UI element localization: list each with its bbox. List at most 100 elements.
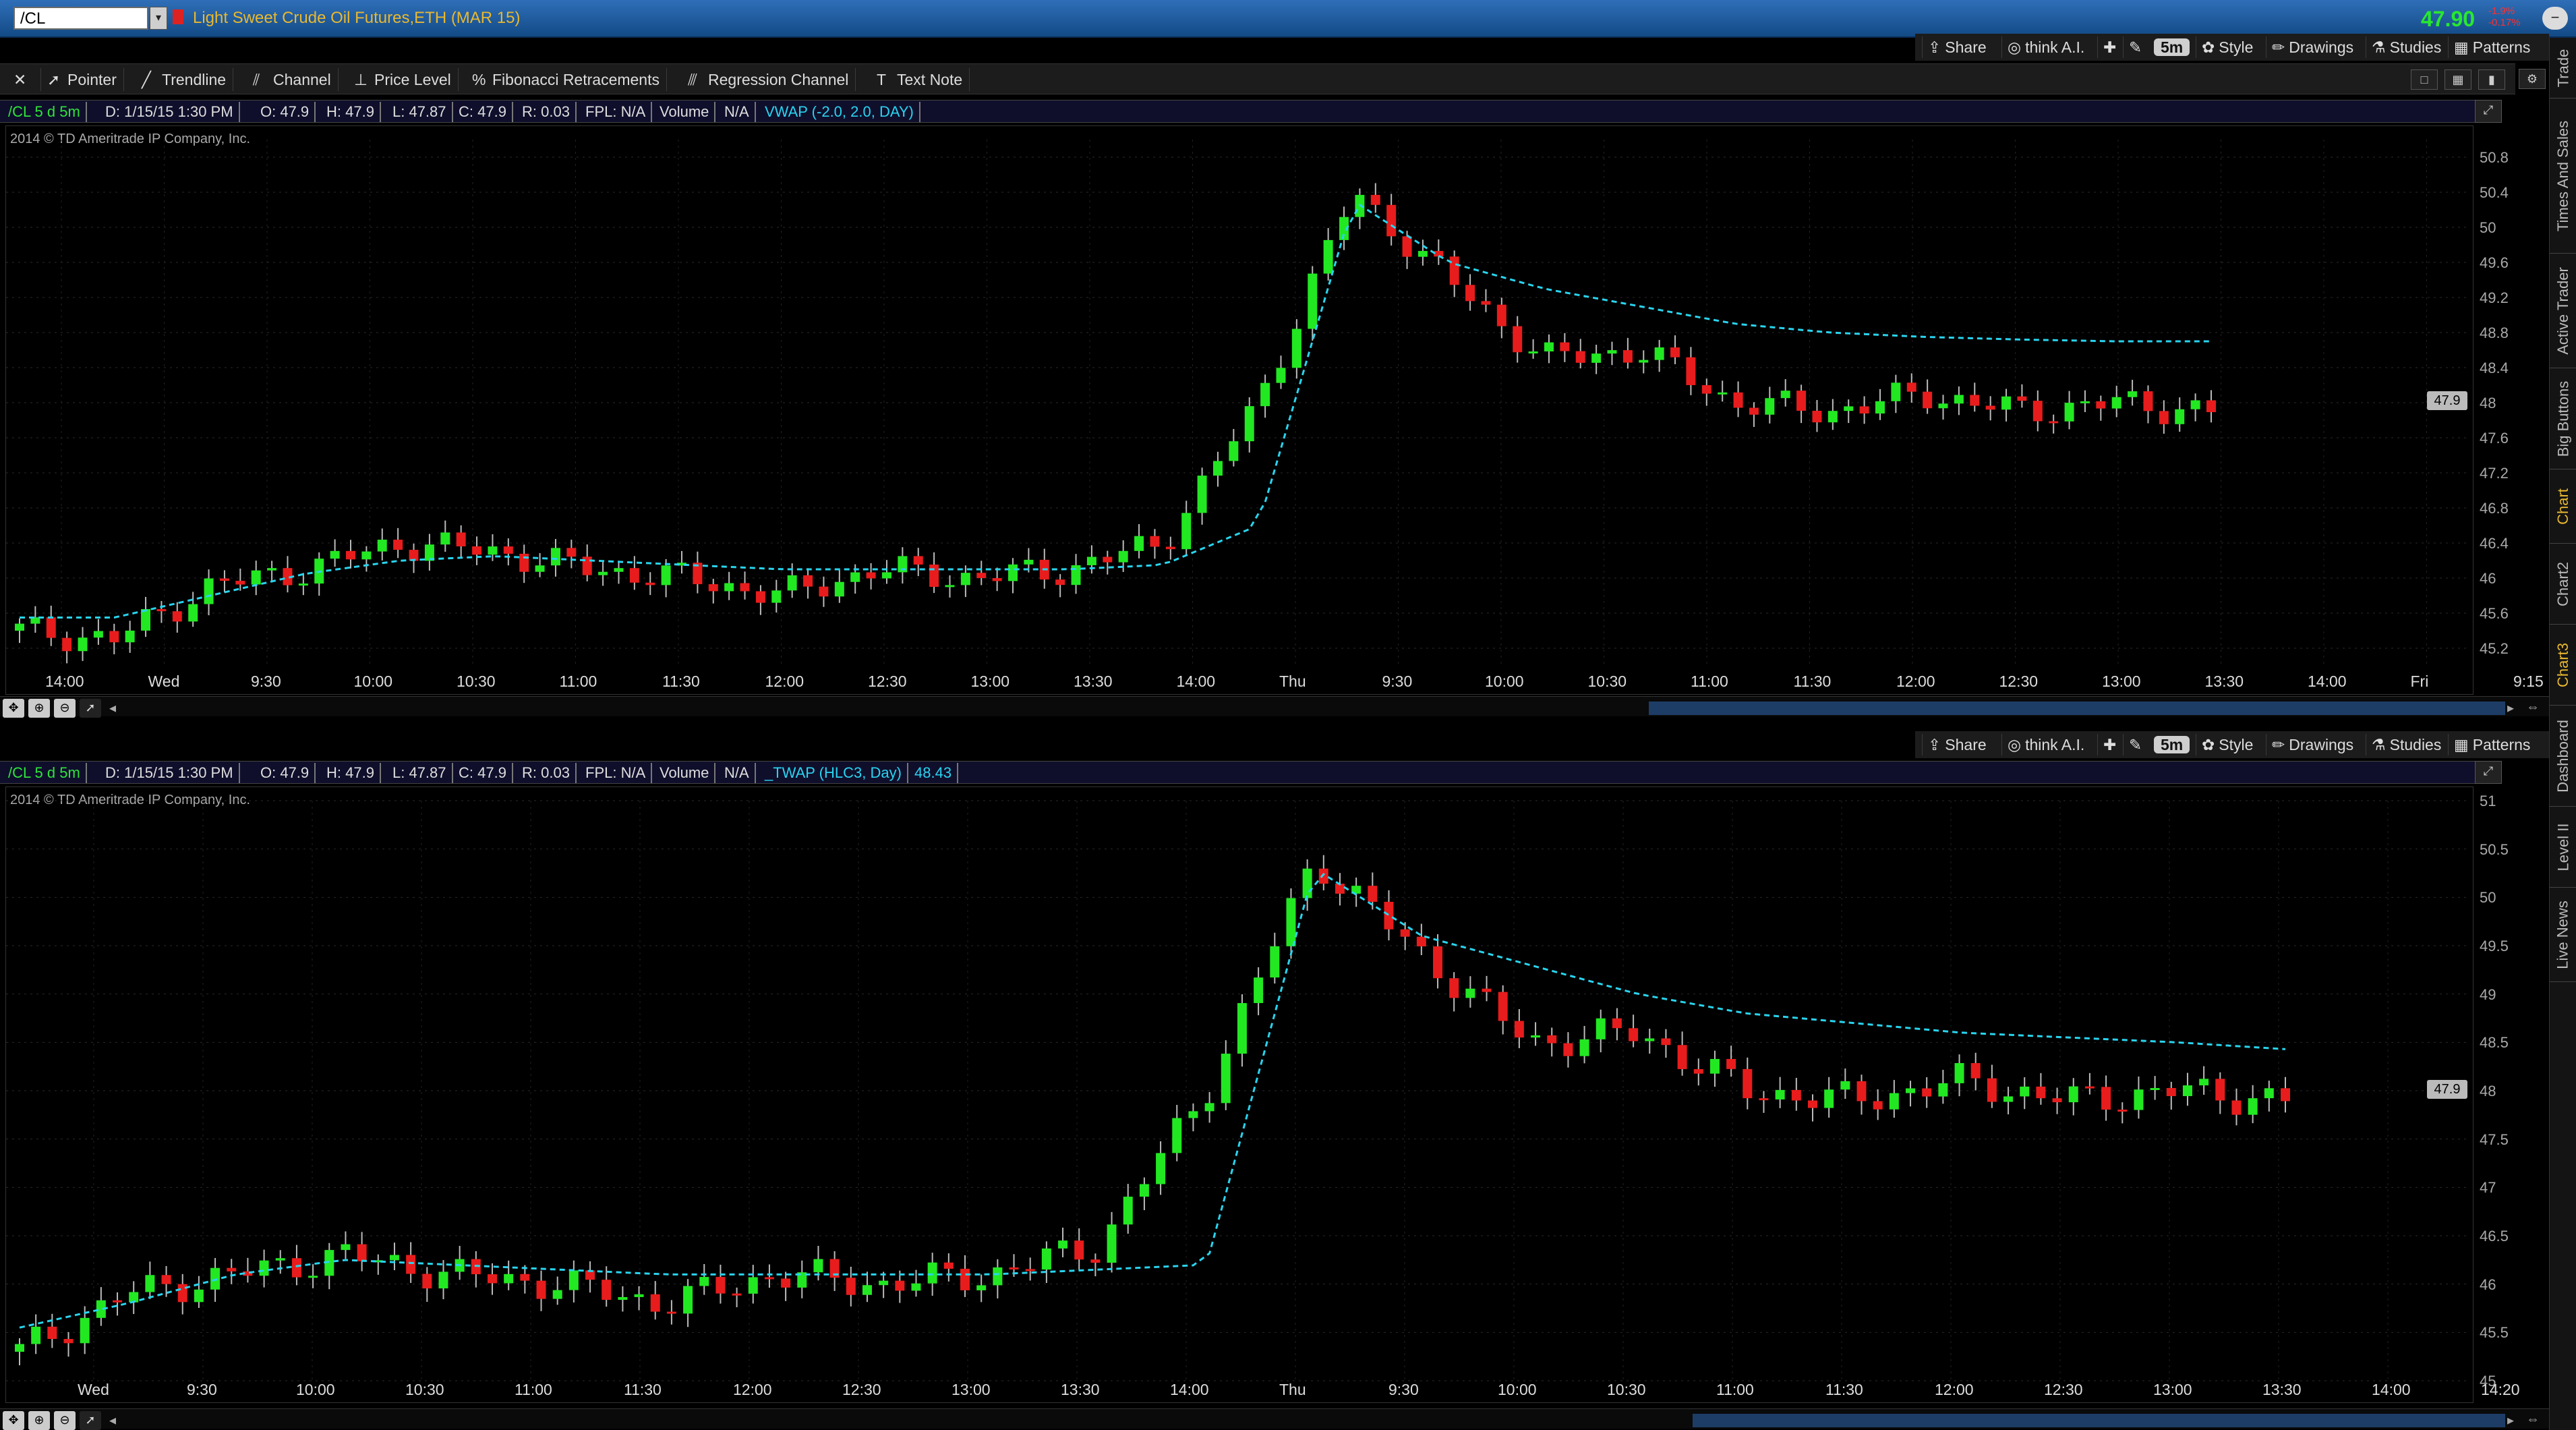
pane2-drawings-button[interactable]: ✏ Drawings xyxy=(2266,734,2359,755)
candle-up xyxy=(341,1244,351,1251)
pane1-scroll-thumb[interactable] xyxy=(1649,702,2505,715)
layout-grid-button[interactable]: ▦ xyxy=(2445,69,2471,90)
tool-channel[interactable]: ⫽ Channel xyxy=(246,68,339,91)
pane2-expand-icon[interactable]: ⇔ xyxy=(2526,1412,2540,1428)
think-ai-button[interactable]: ◎ think A.I. xyxy=(2001,36,2090,58)
tool-regression-channel[interactable]: ⫻ Regression Channel xyxy=(681,68,856,91)
pane2-candles[interactable] xyxy=(6,787,2474,1404)
collapse-toolbar-button[interactable]: ✕ xyxy=(7,68,41,91)
pane1-study[interactable]: VWAP (-2.0, 2.0, DAY) xyxy=(759,102,920,122)
side-tab-chart2[interactable]: Chart2 xyxy=(2550,544,2576,625)
channel-icon: ⫽ xyxy=(253,71,260,88)
pane2-scroll-thumb[interactable] xyxy=(1693,1414,2505,1427)
side-tab-level-ii[interactable]: Level II xyxy=(2550,807,2576,888)
pane2-crosshair-button[interactable]: ✚ xyxy=(2097,734,2126,755)
crosshair-button[interactable]: ✚ xyxy=(2097,36,2126,58)
x-tick-label: 12:00 xyxy=(765,673,804,690)
pane2-scrollbar[interactable]: ✥ ⊕ ⊖ ➚ ◂ ▸ ⇔ xyxy=(0,1408,2549,1430)
symbol-dropdown-button[interactable]: ▾ xyxy=(150,7,167,30)
patterns-button[interactable]: ▦ Patterns xyxy=(2448,36,2536,58)
pane2-pan-button[interactable]: ✥ xyxy=(3,1411,24,1430)
studies-button[interactable]: ⚗ Studies xyxy=(2366,36,2447,58)
pane2-symbol-period[interactable]: /CL 5 d 5m xyxy=(3,763,87,783)
pane2-scroll-left[interactable]: ◂ xyxy=(109,1412,123,1428)
pane2-zoom-in-button[interactable]: ⊕ xyxy=(28,1411,50,1430)
pane1-scrollbar[interactable]: ✥ ⊕ ⊖ ➚ ◂ ▸ ⇔ xyxy=(0,696,2549,718)
wrench-button[interactable]: ✎ xyxy=(2123,36,2151,58)
layout-chart-button[interactable]: ▮ xyxy=(2478,69,2505,90)
minimize-icon[interactable]: − xyxy=(2542,7,2568,30)
side-tab-active-trader[interactable]: Active Trader xyxy=(2550,254,2576,368)
flag-icon[interactable] xyxy=(173,9,183,24)
pane1-scroll-right[interactable]: ▸ xyxy=(2507,699,2521,716)
symbol-input[interactable]: /CL xyxy=(13,7,148,30)
candle-down xyxy=(764,1277,774,1280)
pane2-studies-button[interactable]: ⚗ Studies xyxy=(2366,734,2447,755)
share-button[interactable]: ⇪ Share xyxy=(1922,36,1992,58)
pane2-close: C: 47.9 xyxy=(453,763,513,783)
text-note-icon: T xyxy=(877,71,887,88)
pane2-patterns-button[interactable]: ▦ Patterns xyxy=(2448,734,2536,755)
tool-price-level[interactable]: ⊥ Price Level xyxy=(347,68,459,91)
side-tab-trade[interactable]: Trade xyxy=(2550,38,2576,98)
tool-fibonacci[interactable]: % Fibonacci Retracements xyxy=(465,68,667,91)
drawings-button[interactable]: ✏ Drawings xyxy=(2266,36,2359,58)
pane2-wrench-button[interactable]: ✎ xyxy=(2123,734,2151,755)
pane2-think-ai-button[interactable]: ◎ think A.I. xyxy=(2001,734,2090,755)
pane2-chart[interactable]: 2014 © TD Ameritrade IP Company, Inc. 51… xyxy=(5,786,2520,1404)
candle-up xyxy=(552,1290,562,1299)
candle-down xyxy=(2206,400,2216,413)
x-tick-label: 11:00 xyxy=(1691,673,1728,690)
candle-down xyxy=(46,617,56,638)
candle-up xyxy=(1645,1038,1655,1041)
tool-trendline[interactable]: ╱ Trendline xyxy=(135,68,234,91)
x-tick-label: 9:30 xyxy=(187,1381,217,1398)
candle-down xyxy=(1402,236,1412,257)
pane1-zoom-out-button[interactable]: ⊖ xyxy=(54,699,76,718)
x-tick-label: 14:00 xyxy=(1170,1381,1209,1398)
candle-up xyxy=(204,578,214,604)
pane1-zoom-in-button[interactable]: ⊕ xyxy=(28,699,50,718)
side-tab-chart3[interactable]: Chart3 xyxy=(2550,625,2576,706)
y-tick-label: 47.5 xyxy=(2480,1131,2509,1148)
pane2-zoom-button[interactable]: ⤢ xyxy=(2475,761,2502,784)
candle-up xyxy=(1270,946,1280,978)
tool-text-note[interactable]: T Text Note xyxy=(870,68,970,91)
candle-up xyxy=(1123,1197,1133,1225)
zoom-out-icon: ⊖ xyxy=(59,1413,70,1427)
pane2-share-button[interactable]: ⇪ Share xyxy=(1922,734,1992,755)
pane1-chart[interactable]: 2014 © TD Ameritrade IP Company, Inc. 50… xyxy=(5,125,2544,695)
candle-down xyxy=(992,578,1002,581)
side-tab-times-and-sales[interactable]: Times And Sales xyxy=(2550,98,2576,254)
tool-pointer[interactable]: ➚ Pointer xyxy=(40,68,124,91)
settings-button[interactable]: ⚙ xyxy=(2519,69,2546,89)
candle-down xyxy=(1693,1068,1703,1074)
x-tick-label: 13:30 xyxy=(2262,1381,2302,1398)
candle-down xyxy=(406,1255,416,1274)
side-tab-live-news[interactable]: Live News xyxy=(2550,888,2576,982)
pane1-expand-icon[interactable]: ⇔ xyxy=(2526,699,2540,716)
side-tab-chart[interactable]: Chart xyxy=(2550,469,2576,544)
pane1-symbol-period[interactable]: /CL 5 d 5m xyxy=(3,102,87,122)
pane2-cursor-button[interactable]: ➚ xyxy=(80,1411,101,1430)
pane2-study[interactable]: _TWAP (HLC3, Day) xyxy=(759,763,908,783)
aggregation-button[interactable]: 5m xyxy=(2148,36,2195,58)
layout-single-button[interactable]: □ xyxy=(2411,69,2438,90)
candle-down xyxy=(1701,384,1711,394)
pane1-pan-button[interactable]: ✥ xyxy=(3,699,24,718)
candle-up xyxy=(1181,513,1192,550)
side-tab-dashboard[interactable]: Dashboard xyxy=(2550,706,2576,807)
pane2-zoom-out-button[interactable]: ⊖ xyxy=(54,1411,76,1430)
pane1-candles[interactable] xyxy=(6,126,2474,695)
pane1-zoom-button[interactable]: ⤢ xyxy=(2475,100,2502,123)
pane2-style-button[interactable]: ✿ Style xyxy=(2196,734,2258,755)
share-icon: ⇪ xyxy=(1928,38,1941,56)
pane1-scroll-left[interactable]: ◂ xyxy=(109,699,123,716)
x-tick-label: 13:00 xyxy=(2153,1381,2192,1398)
candle-up xyxy=(1417,251,1428,257)
pane1-cursor-button[interactable]: ➚ xyxy=(80,699,101,718)
side-tab-big-buttons[interactable]: Big Buttons xyxy=(2550,368,2576,469)
pane2-aggregation-button[interactable]: 5m xyxy=(2148,734,2195,755)
pane2-scroll-right[interactable]: ▸ xyxy=(2507,1412,2521,1428)
style-button[interactable]: ✿ Style xyxy=(2196,36,2258,58)
